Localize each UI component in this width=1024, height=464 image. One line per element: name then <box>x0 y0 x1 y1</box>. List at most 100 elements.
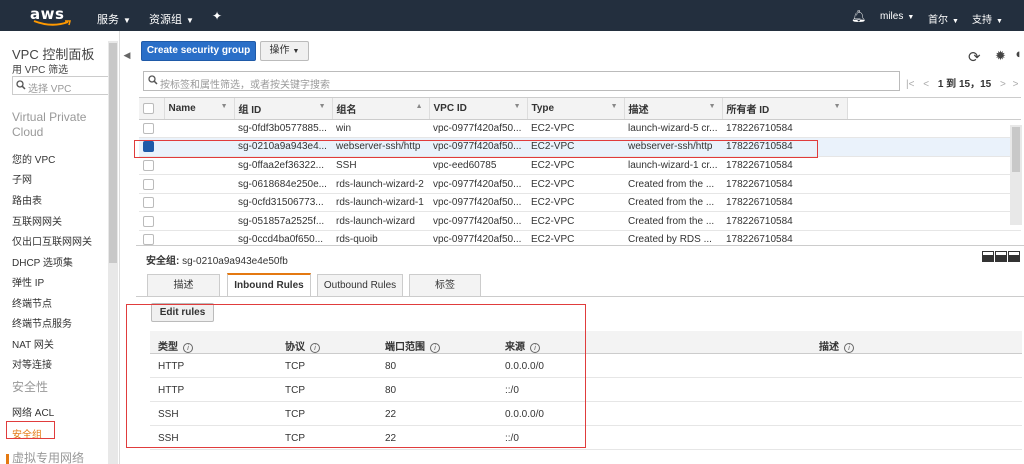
select-all-checkbox[interactable] <box>143 102 154 114</box>
tab-inbound-rules[interactable]: Inbound Rules <box>227 273 311 296</box>
info-icon[interactable]: i <box>844 343 854 353</box>
sort-icon[interactable]: ▼ <box>221 103 228 110</box>
actions-button[interactable]: 操作 ▼ <box>260 41 309 61</box>
col-vpc-id-label: VPC ID <box>433 102 467 114</box>
table-row[interactable]: sg-0fdf3b0577885... win vpc-0977f420af50..… <box>139 119 1021 139</box>
row-select-cell[interactable] <box>139 119 164 139</box>
next-page-icon[interactable]: > <box>1000 79 1006 90</box>
row-select-cell[interactable] <box>139 193 164 213</box>
cell-id: sg-0cfd31506773... <box>234 193 332 213</box>
col-group-name[interactable]: 组名 ▲ <box>332 98 430 120</box>
sort-icon[interactable]: ▼ <box>319 103 326 110</box>
pagination: |< < 1 到 15，15 > > <box>906 75 1018 90</box>
resource-groups-menu[interactable]: 资源组 ▼ <box>149 11 194 27</box>
table-row[interactable]: sg-0618684e250e... rds-launch-wizard-2 vpc… <box>139 174 1021 194</box>
table-row[interactable]: sg-0cfd31506773... rds-launch-wizard-1 vpc… <box>139 193 1021 213</box>
col-name[interactable]: Name ▼ <box>164 98 235 120</box>
cell-owner: 178226710584 <box>722 193 847 213</box>
services-menu[interactable]: 服务 ▼ <box>97 11 131 27</box>
select-all-header[interactable] <box>139 98 165 120</box>
panel-layout-icons <box>982 251 1022 264</box>
scrollbar-thumb[interactable] <box>1012 127 1020 172</box>
annotation-box-security-groups <box>6 421 55 439</box>
sort-icon[interactable]: ▲ <box>416 103 423 110</box>
sidebar-item[interactable]: DHCP 选项集 <box>12 254 73 269</box>
sort-icon[interactable]: ▼ <box>709 103 716 110</box>
help-icon[interactable]: ◖ <box>1014 46 1022 61</box>
create-security-group-button[interactable]: Create security group <box>141 41 256 61</box>
col-vpc-id[interactable]: VPC ID ▼ <box>429 98 528 120</box>
top-nav-bar: aws 服务 ▼ 资源组 ▼ ✦ 🔔︎ miles ▼ 首尔 ▼ 支持 ▼ <box>0 0 1024 31</box>
bell-icon[interactable]: 🔔︎ <box>851 9 866 23</box>
table-row[interactable]: sg-0ffaa2ef36322... SSH vpc-eed60785 EC2-VP… <box>139 156 1021 176</box>
row-checkbox[interactable] <box>143 215 154 227</box>
cell-name <box>164 119 234 139</box>
cell-owner: 178226710584 <box>722 156 847 176</box>
sidebar-item[interactable]: 互联网网关 <box>12 213 62 228</box>
cell-id: sg-051857a2525f... <box>234 211 332 232</box>
user-menu[interactable]: miles ▼ <box>880 11 914 22</box>
col-group-id[interactable]: 组 ID ▼ <box>234 98 333 120</box>
tab-divider <box>136 296 1024 297</box>
panel-split-icon[interactable] <box>995 251 1007 262</box>
sort-icon[interactable]: ▼ <box>611 103 618 110</box>
cell-name <box>164 211 234 232</box>
sidebar-scrollbar[interactable] <box>108 41 118 464</box>
row-checkbox[interactable] <box>143 122 154 134</box>
sidebar-item[interactable]: 弹性 IP <box>12 274 44 289</box>
row-checkbox[interactable] <box>143 159 154 171</box>
col-owner-id[interactable]: 所有者 ID ▼ <box>722 98 848 120</box>
cell-group: win <box>332 119 429 139</box>
sidebar-item[interactable]: 仅出口互联网网关 <box>12 233 92 248</box>
sidebar-item-network-acl[interactable]: 网络 ACL <box>12 404 54 419</box>
row-checkbox[interactable] <box>143 234 154 246</box>
annotation-box-selected-row <box>134 140 818 158</box>
col-filler <box>847 98 1021 120</box>
last-page-icon[interactable]: > <box>1013 79 1019 90</box>
row-select-cell[interactable] <box>139 211 164 232</box>
panel-bottom-icon[interactable] <box>982 251 994 262</box>
col-description[interactable]: 描述 ▼ <box>624 98 723 120</box>
table-row[interactable]: sg-051857a2525f... rds-launch-wizard vpc-0… <box>139 211 1021 232</box>
pin-icon[interactable]: ✦ <box>212 9 222 23</box>
annotation-box-inbound-rules <box>126 304 586 448</box>
region-menu[interactable]: 首尔 ▼ <box>928 11 959 26</box>
collapse-sidebar-icon[interactable]: ◀ <box>120 50 134 68</box>
vpc-select[interactable]: 选择 VPC <box>12 76 109 95</box>
sidebar-item[interactable]: 终端节点服务 <box>12 315 72 330</box>
chevron-down-icon: ▼ <box>907 14 915 21</box>
cell-id: sg-0618684e250e... <box>234 174 332 194</box>
tab-description[interactable]: 描述 <box>147 274 220 296</box>
sidebar-item[interactable]: 您的 VPC <box>12 151 55 166</box>
cell-filler <box>847 119 1021 139</box>
sg-label: 安全组: <box>146 256 180 267</box>
row-checkbox[interactable] <box>143 197 154 209</box>
tab-outbound-rules[interactable]: Outbound Rules <box>317 274 403 296</box>
cell-filler <box>847 174 1021 194</box>
gear-icon[interactable]: ✹ <box>995 48 1006 64</box>
row-checkbox[interactable] <box>143 178 154 190</box>
sidebar-item[interactable]: 子网 <box>12 171 32 186</box>
sidebar-item[interactable]: NAT 网关 <box>12 336 54 351</box>
panel-full-icon[interactable] <box>1008 251 1020 262</box>
aws-logo[interactable]: aws <box>30 5 76 27</box>
sidebar-item[interactable]: 终端节点 <box>12 295 52 310</box>
row-select-cell[interactable] <box>139 174 164 194</box>
vpc-filter-label: 用 VPC 筛选 <box>12 65 69 76</box>
refresh-icon[interactable]: ⟳ <box>968 48 981 66</box>
chevron-down-icon: ▼ <box>952 18 959 25</box>
sidebar-item[interactable]: 对等连接 <box>12 356 52 371</box>
table-scrollbar[interactable] <box>1010 125 1022 225</box>
support-menu[interactable]: 支持 ▼ <box>972 11 1003 26</box>
scrollbar-thumb[interactable] <box>109 43 117 263</box>
sort-icon[interactable]: ▼ <box>834 103 841 110</box>
tab-tags[interactable]: 标签 <box>409 274 481 296</box>
sidebar-item[interactable]: 路由表 <box>12 192 42 207</box>
prev-page-icon[interactable]: < <box>923 79 929 90</box>
row-select-cell[interactable] <box>139 156 164 176</box>
details-header: 安全组: sg-0210a9a943e4e50fb <box>136 245 1024 267</box>
col-type[interactable]: Type ▼ <box>527 98 625 120</box>
filter-search-input[interactable]: 按标签和属性筛选，或者按关键字搜索 <box>143 71 900 91</box>
first-page-icon[interactable]: |< <box>906 79 914 90</box>
sort-icon[interactable]: ▼ <box>514 103 521 110</box>
